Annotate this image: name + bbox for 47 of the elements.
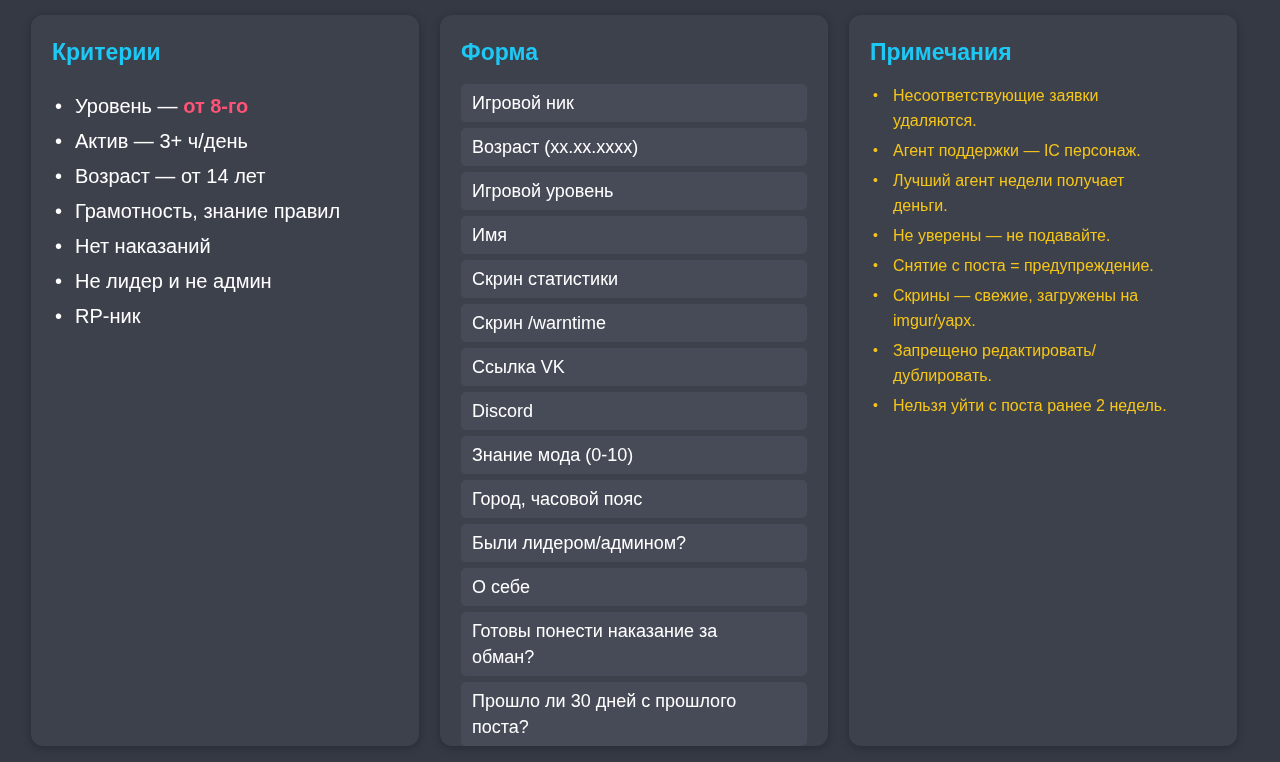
bullet-marker: • (54, 128, 63, 154)
bullet-marker: • (872, 395, 879, 415)
card-title: Критерии (52, 39, 162, 67)
form-field-label: Скрин /warntime (461, 303, 807, 342)
criteria-item: Не лидер и не админ (75, 268, 272, 294)
criteria-item: RP-ник (75, 303, 141, 329)
form-field-label: Были лидером/админом? (461, 523, 807, 562)
form-field-label: Игровой уровень (461, 171, 807, 210)
form-field-label: О себе (461, 567, 807, 606)
note-item: Несоответствующие заявки удаляются. (893, 85, 1100, 131)
form-field-label: Готовы понести наказание за обман? (461, 611, 807, 676)
bullet-marker: • (54, 93, 63, 119)
note-item: Запрещено редактировать/ дублировать. (893, 340, 1097, 386)
form-field-label: Знание мода (0-10) (461, 435, 807, 474)
form-field-label: Discord (461, 391, 807, 430)
bullet-marker: • (872, 255, 879, 275)
bullet-marker: • (54, 233, 63, 259)
bullet-marker: • (54, 198, 63, 224)
bullet-marker: • (872, 140, 879, 160)
bullet-marker: • (872, 340, 879, 360)
criteria-item: Возраст — от 14 лет (75, 163, 266, 189)
form-field-label: Имя (461, 215, 807, 254)
bullet-marker: • (54, 268, 63, 294)
form-field-label: Возраст (xx.xx.xxxx) (461, 127, 807, 166)
form-field-label: Ссылка VK (461, 347, 807, 386)
card-title: Форма (461, 39, 540, 67)
criteria-item: Уровень — от 8-го (75, 93, 249, 119)
form-field-label: Скрин статистики (461, 259, 807, 298)
bullet-marker: • (872, 225, 879, 245)
form-field-label: Прошло ли 30 дней с прошлого поста? (461, 681, 807, 746)
criteria-item: Актив — 3+ ч/день (75, 128, 248, 154)
bullet-marker: • (54, 163, 63, 189)
note-item: Нельзя уйти с поста ранее 2 недель. (893, 395, 1167, 416)
note-item: Снятие с поста = предупреждение. (893, 255, 1154, 276)
note-item: Скрины — свежие, загружены на imgur/yapx. (893, 285, 1140, 331)
note-item: Не уверены — не подавайте. (893, 225, 1111, 246)
form-field-label: Город, часовой пояс (461, 479, 807, 518)
bullet-marker: • (872, 170, 879, 190)
bullet-marker: • (872, 285, 879, 305)
criteria-item: Грамотность, знание правил (75, 198, 341, 224)
note-item: Агент поддержки — IC персонаж. (893, 140, 1141, 161)
note-item: Лучший агент недели получает деньги. (893, 170, 1126, 216)
bullet-marker: • (872, 85, 879, 105)
bullet-marker: • (54, 303, 63, 329)
criteria-item: Нет наказаний (75, 233, 211, 259)
form-field-label: Игровой ник (461, 83, 807, 122)
card-title: Примечания (870, 39, 1013, 67)
